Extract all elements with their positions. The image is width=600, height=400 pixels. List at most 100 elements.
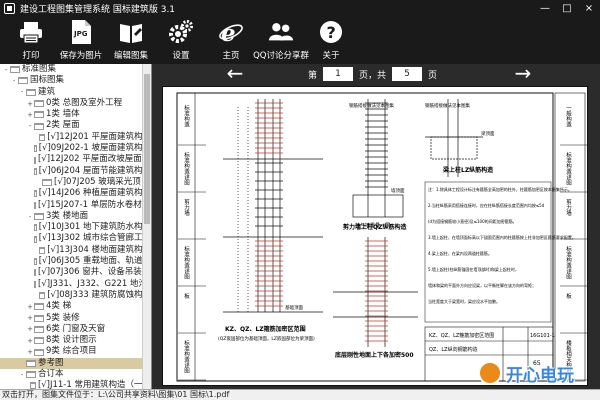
tree-item[interactable]: [√]09J202-1 坡屋面建筑构造	[0, 143, 151, 154]
tree-item[interactable]: +6类 门窗及天窗	[0, 324, 151, 335]
folder-icon	[26, 359, 36, 367]
expander-icon[interactable]: +	[26, 100, 34, 108]
about-button[interactable]: ? 关于	[306, 16, 356, 64]
title-block-name2: QZ、LZ纵向钢筋构造	[429, 346, 478, 353]
expander-icon[interactable]: +	[26, 111, 34, 119]
total-pages-field: 5	[392, 67, 423, 81]
tree-item-label: 3类 楼地面	[46, 210, 89, 221]
side-label: 板	[183, 292, 190, 300]
leaf-spacer	[34, 179, 42, 187]
leaf-spacer	[18, 359, 26, 367]
side-label: 板	[565, 292, 572, 300]
tree-item[interactable]: +1类 墙体	[0, 109, 151, 120]
tree-item[interactable]: +4类 梯	[0, 301, 151, 312]
tree-scrollbar-thumb[interactable]	[144, 74, 150, 224]
tree-item[interactable]: [√]06J204 屋面节能建筑构造	[0, 166, 151, 177]
tree-item[interactable]: +9类 综合项目	[0, 346, 151, 357]
pager-prefix: 第	[308, 70, 318, 81]
expander-icon[interactable]: -	[10, 77, 18, 85]
expander-icon[interactable]: -	[26, 122, 34, 130]
tree-item[interactable]: - 标准图集	[0, 64, 151, 75]
expander-icon[interactable]: -	[26, 213, 34, 221]
save-image-button[interactable]: JPG 保存为图片	[56, 16, 106, 64]
tree-item[interactable]: [√]13J302 城市综合管廊工程	[0, 233, 151, 244]
print-label: 打印	[22, 51, 40, 61]
tree-item-label: [√]14J206 种植屋面建筑构造	[38, 188, 151, 199]
toolbar: 打印 JPG 保存为图片 编辑图集 设置 e 主页 QQ讨论分享群 ? 关于	[0, 16, 600, 64]
tree-item[interactable]: - 合订本	[0, 369, 151, 380]
expander-icon[interactable]: +	[26, 314, 34, 322]
folder-icon	[34, 156, 36, 164]
window-title: 建设工程图集管理系统 国标建筑版 3.1	[20, 4, 176, 15]
qq-group-button[interactable]: QQ讨论分享群	[253, 16, 309, 64]
folder-icon	[10, 66, 20, 74]
maximize-button[interactable]: □	[556, 0, 578, 16]
tree-item[interactable]: [√]07J205 玻璃采光顶	[0, 177, 151, 188]
prev-page-button[interactable]: ←	[217, 63, 253, 84]
folder-icon	[34, 314, 44, 322]
expander-icon[interactable]: +	[26, 325, 34, 333]
expander-icon[interactable]: +	[26, 303, 34, 311]
tree-item-label: 5类 装修	[46, 312, 80, 323]
about-label: 关于	[322, 51, 340, 61]
settings-button[interactable]: 设置	[156, 16, 206, 64]
watermark-logo-icon	[478, 361, 502, 385]
edit-book-icon	[118, 19, 144, 45]
svg-text:?: ?	[327, 23, 336, 42]
expander-icon[interactable]: -	[18, 371, 26, 379]
edit-atlas-button[interactable]: 编辑图集	[106, 16, 156, 64]
expander-icon[interactable]: +	[26, 348, 34, 356]
stirrup-marks-mid	[365, 102, 388, 342]
print-button[interactable]: 打印	[6, 16, 56, 64]
beam-column-detail	[425, 99, 483, 177]
side-label: 剪力墙	[183, 198, 190, 217]
tree-item[interactable]: - 国标图集	[0, 75, 151, 86]
folder-icon	[34, 213, 44, 220]
tree-item[interactable]: [√]12J202 平屋面改坡屋面建筑	[0, 154, 151, 165]
tree-item[interactable]: [√]J11-1 常用建筑构造（一）	[0, 380, 151, 389]
status-text: 双击打开，图集文件位于：L:\公司共享资料\图集\01 国标\1.pdf	[2, 390, 230, 399]
note-line: 3.墙上起柱，在墙顶面标高以下锚固范围内的柱箍筋按上柱非加密区箍筋要求配置。	[428, 234, 576, 240]
tree-item-label: 4类 梯	[46, 301, 72, 312]
expander-icon[interactable]: -	[18, 88, 26, 96]
tree-item[interactable]: [√]J331、J332、G221 地沟及	[0, 279, 151, 290]
next-page-button[interactable]: →	[505, 63, 541, 84]
atlas-tree[interactable]: - 标准图集 - 国标图集 - 建筑 +0类 总图及室外工程 +1类 墙体 -2类 屋面 [√]1…	[0, 64, 152, 389]
tree-item[interactable]: [√]15J207-1 单层防水卷材屋面	[0, 200, 151, 211]
foundation-top-label: 基础顶面	[285, 304, 303, 311]
tree-item[interactable]: [√]07J306 窗井、设备吊装口、	[0, 267, 151, 278]
drawing-viewer: ← 第 1 页，共 5 页 → 标准构造 标准构造详图 剪力墙 标准构造详图板标准构造…	[153, 63, 600, 389]
side-label: 剪力墙	[565, 198, 572, 217]
tree-scrollbar[interactable]	[142, 64, 151, 389]
expander-icon[interactable]: -	[2, 66, 10, 74]
tree-item[interactable]: - 建筑	[0, 87, 151, 98]
title-bar: 建设工程图集管理系统 国标建筑版 3.1 — □ ×	[0, 0, 600, 16]
tree-item[interactable]: - 3类 楼地面	[0, 211, 151, 222]
tree-item[interactable]: +8类 设计图示	[0, 335, 151, 346]
tree-item[interactable]: [√]10J301 地下建筑防水构造	[0, 222, 151, 233]
tree-item[interactable]: [√]08J333 建筑防腐蚀构造	[0, 290, 151, 301]
note-line: 4.梁上起柱，在梁内设两道柱箍筋。	[428, 250, 492, 256]
folder-icon	[26, 88, 36, 96]
home-button[interactable]: e 主页	[206, 16, 256, 64]
drawing-sheet[interactable]: 标准构造 标准构造详图 剪力墙 标准构造详图板标准构造详图 一般构造 标准构造详图 剪力墙…	[162, 86, 588, 386]
tree-item[interactable]: [√]12J201 平屋面建筑构造	[0, 132, 151, 143]
tree-item[interactable]: [√]13J304 楼地面建筑构造	[0, 245, 151, 256]
svg-text:JPG: JPG	[73, 30, 88, 38]
tree-item[interactable]: - 2类 屋面	[0, 120, 151, 131]
tree-item[interactable]: [√]14J206 种植屋面建筑构造	[0, 188, 151, 199]
tree-item-label: 标准图集	[22, 64, 57, 74]
edit-atlas-label: 编辑图集	[113, 51, 148, 61]
folder-icon	[38, 246, 46, 254]
tree-item[interactable]: 参考图	[0, 357, 151, 370]
folder-icon	[26, 371, 36, 379]
tree-item[interactable]: +5类 装修	[0, 313, 151, 324]
tree-item[interactable]: [√]06J305 重载地面、轨道等	[0, 256, 151, 267]
folder-icon	[34, 167, 37, 175]
tree-item-label: 合订本	[38, 369, 64, 380]
tree-item[interactable]: +0类 总图及室外工程	[0, 98, 151, 109]
minimize-button[interactable]: —	[534, 0, 556, 16]
expander-icon[interactable]: +	[26, 337, 34, 345]
close-button[interactable]: ×	[578, 0, 600, 16]
current-page-field[interactable]: 1	[323, 67, 354, 81]
